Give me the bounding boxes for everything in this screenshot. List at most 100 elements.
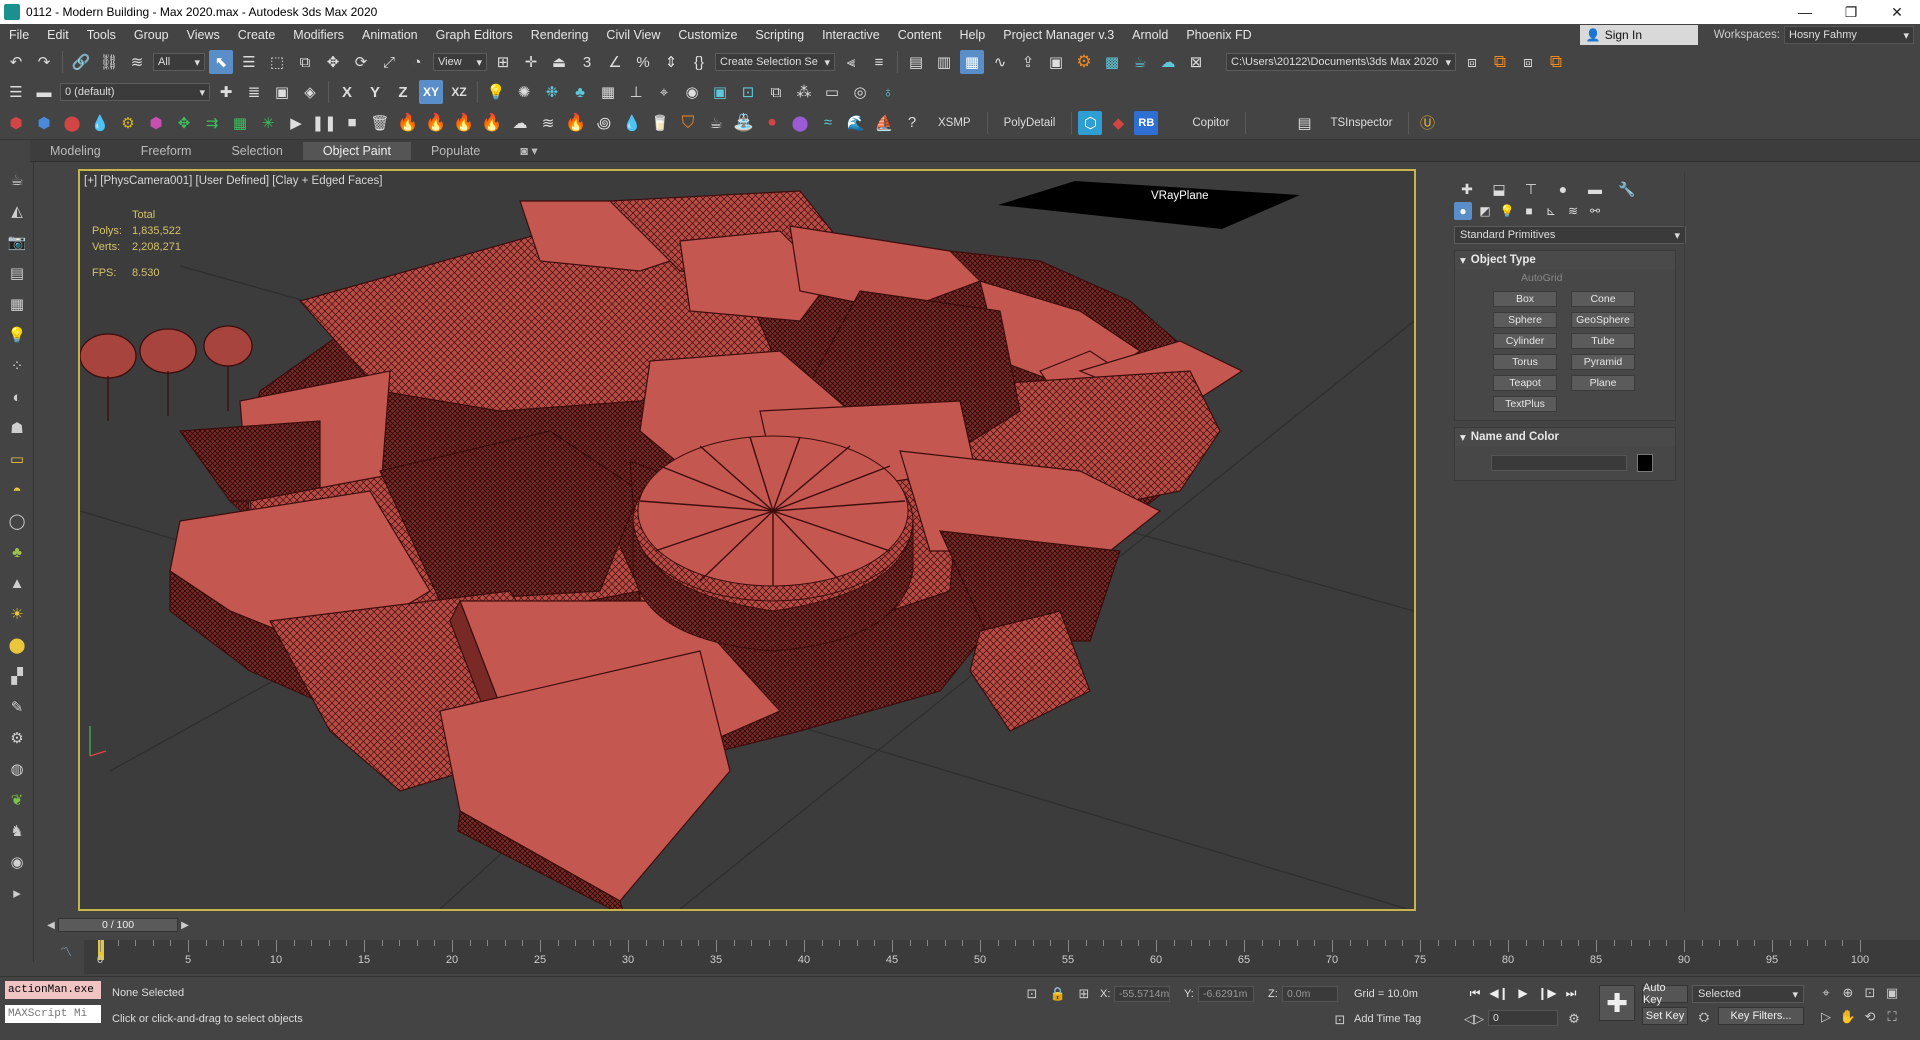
zoom-all-icon[interactable]: ⊕ xyxy=(1840,985,1856,1001)
object-color-swatch[interactable] xyxy=(1637,454,1653,472)
sun-icon[interactable]: ✺ xyxy=(512,80,536,104)
object-type-header[interactable]: ▾ Object Type xyxy=(1455,251,1675,269)
menu-rendering[interactable]: Rendering xyxy=(522,28,598,42)
boat-icon[interactable]: ⛵ xyxy=(872,111,896,135)
viewport-layout-icon[interactable]: ▣ xyxy=(708,80,732,104)
scene-render[interactable] xyxy=(80,171,1414,909)
script-listener-output[interactable]: actionMan.exe xyxy=(5,981,101,999)
undo-icon[interactable]: ↶ xyxy=(4,50,28,74)
maxscript-input[interactable]: MAXScript Mi xyxy=(5,1005,101,1023)
layer-dropdown[interactable]: 0 (default) ▾ xyxy=(60,83,210,101)
slider-next-icon[interactable]: ▶ xyxy=(178,918,192,932)
menu-graph-editors[interactable]: Graph Editors xyxy=(427,28,522,42)
particles-icon[interactable]: ❉ xyxy=(540,80,564,104)
panel-icon[interactable]: ▦ xyxy=(4,291,30,317)
utilities-tab-icon[interactable]: 🔧 xyxy=(1614,178,1640,200)
material-editor-icon[interactable]: ▣ xyxy=(1044,50,1068,74)
ref-coord-dropdown[interactable]: View ▾ xyxy=(433,53,487,71)
menu-interactive[interactable]: Interactive xyxy=(813,28,889,42)
timeline[interactable]: 0 5 10 15 20 25 30 35 40 45 50 55 60 65 … xyxy=(84,940,1920,974)
lamp-icon[interactable]: 💡 xyxy=(4,322,30,348)
fire-2-icon[interactable]: 🔥 xyxy=(424,111,448,135)
teapot-icon[interactable]: ☕ xyxy=(4,167,30,193)
gear-yellow-icon[interactable]: ⚙ xyxy=(116,111,140,135)
zoom-extents-all-icon[interactable]: ▣ xyxy=(1884,985,1900,1001)
ruler-icon[interactable]: ⊥ xyxy=(624,80,648,104)
space-warps-icon[interactable]: ≋ xyxy=(1564,202,1582,220)
plugin-box-icon[interactable]: ⬡ xyxy=(1078,110,1103,135)
axis-y-button[interactable]: Y xyxy=(363,80,387,104)
plugin-u-icon[interactable]: Ⓤ xyxy=(1415,111,1439,135)
unlink-icon[interactable]: ⛓ xyxy=(97,50,121,74)
minimize-button[interactable]: — xyxy=(1782,0,1828,24)
tab-selection[interactable]: Selection xyxy=(211,142,302,160)
menu-create[interactable]: Create xyxy=(229,28,285,42)
menu-tools[interactable]: Tools xyxy=(78,28,125,42)
geometry-icon[interactable]: ● xyxy=(1454,202,1472,220)
select-object-icon[interactable]: ⬉ xyxy=(209,50,233,74)
bind-space-warp-icon[interactable]: ≋ xyxy=(125,50,149,74)
curve-editor-toggle-icon[interactable]: 〽 xyxy=(60,943,78,959)
redo-icon[interactable]: ↷ xyxy=(32,50,56,74)
render-setup-icon[interactable]: ⚙ xyxy=(1072,50,1096,74)
sun-yellow-icon[interactable]: ☀ xyxy=(4,601,30,627)
auto-key-button[interactable]: Auto Key xyxy=(1642,982,1688,1006)
gauge-icon[interactable]: ◐ xyxy=(4,384,30,410)
key-filter-icon[interactable]: ⛭ xyxy=(1696,1009,1712,1025)
tree-icon[interactable]: ♣ xyxy=(568,80,592,104)
frame-icon[interactable]: ▭ xyxy=(820,80,844,104)
display-tab-icon[interactable]: ▬ xyxy=(1582,178,1608,200)
menu-project-manager[interactable]: Project Manager v.3 xyxy=(994,28,1123,42)
wind-icon[interactable]: ≋ xyxy=(536,111,560,135)
time-config-icon[interactable]: ⚙ xyxy=(1566,1011,1582,1027)
close-button[interactable]: ✕ xyxy=(1874,0,1920,24)
next-frame-icon[interactable]: ❙▶ xyxy=(1537,985,1556,1001)
go-to-start-icon[interactable]: ⏮ xyxy=(1466,985,1484,1001)
fire-1-icon[interactable]: 🔥 xyxy=(396,111,420,135)
stop-icon[interactable]: ■ xyxy=(340,111,364,135)
expand-icon[interactable]: ▸ xyxy=(4,880,30,906)
schematic-view-icon[interactable]: ⇪ xyxy=(1016,50,1040,74)
tsinspector-icon[interactable]: ▤ xyxy=(1292,111,1316,135)
flame-icon[interactable]: 🔥 xyxy=(564,111,588,135)
tab-populate[interactable]: Populate xyxy=(411,142,500,160)
water-drop-icon[interactable]: 💧 xyxy=(88,111,112,135)
set-key-button[interactable]: Set Key xyxy=(1642,1007,1688,1025)
absolute-mode-icon[interactable]: ⊞ xyxy=(1076,986,1092,1002)
percent-snap-icon[interactable]: % xyxy=(631,50,655,74)
sphere-button[interactable]: Sphere xyxy=(1493,312,1557,328)
rotate-icon[interactable]: ⟳ xyxy=(349,50,373,74)
sphere-blue-icon[interactable]: ◍ xyxy=(4,756,30,782)
shapes-icon[interactable]: ◩ xyxy=(1476,202,1494,220)
layers-menu-icon[interactable]: ☰ xyxy=(4,80,28,104)
textplus-button[interactable]: TextPlus xyxy=(1493,396,1557,412)
project-set-icon[interactable]: ⧉ xyxy=(1488,50,1512,74)
axis-z-button[interactable]: Z xyxy=(391,80,415,104)
lights-icon[interactable]: 💡 xyxy=(1498,202,1516,220)
time-tag-icon[interactable]: ⊡ xyxy=(1332,1012,1348,1028)
menu-help[interactable]: Help xyxy=(951,28,995,42)
axis-xy-button[interactable]: XY xyxy=(419,80,443,104)
rb-button[interactable]: RB xyxy=(1134,110,1159,135)
record-icon[interactable]: ⏺ xyxy=(760,111,784,135)
window-crossing-icon[interactable]: ⧉ xyxy=(293,50,317,74)
stairs-icon[interactable]: ▞ xyxy=(4,663,30,689)
cube-red-icon[interactable]: ⬢ xyxy=(4,111,28,135)
add-time-tag-button[interactable]: Add Time Tag xyxy=(1354,1013,1421,1025)
time-slider-thumb[interactable]: 0 / 100 xyxy=(58,918,178,932)
y-coordinate-field[interactable]: -6.6291m xyxy=(1198,986,1254,1002)
geosphere-button[interactable]: GeoSphere xyxy=(1571,312,1635,328)
move-icon[interactable]: ✥ xyxy=(321,50,345,74)
create-tab-icon[interactable]: ✚ xyxy=(1454,178,1480,200)
smoke-icon[interactable]: ☁ xyxy=(508,111,532,135)
orbit-view-icon[interactable]: ⟲ xyxy=(1862,1009,1878,1025)
copitor-button[interactable]: Copitor xyxy=(1162,117,1239,129)
restore-button[interactable]: ❐ xyxy=(1828,0,1874,24)
zoom-icon[interactable]: ⌖ xyxy=(1818,985,1834,1001)
place-icon[interactable]: ◔ xyxy=(405,50,429,74)
mirror-icon[interactable]: ⫷ xyxy=(839,50,863,74)
horse-icon[interactable]: ♞ xyxy=(4,818,30,844)
cone-button[interactable]: Cone xyxy=(1571,291,1635,307)
lock-icon[interactable]: 🔒 xyxy=(1050,986,1066,1002)
light-icon[interactable]: 💡 xyxy=(484,80,508,104)
